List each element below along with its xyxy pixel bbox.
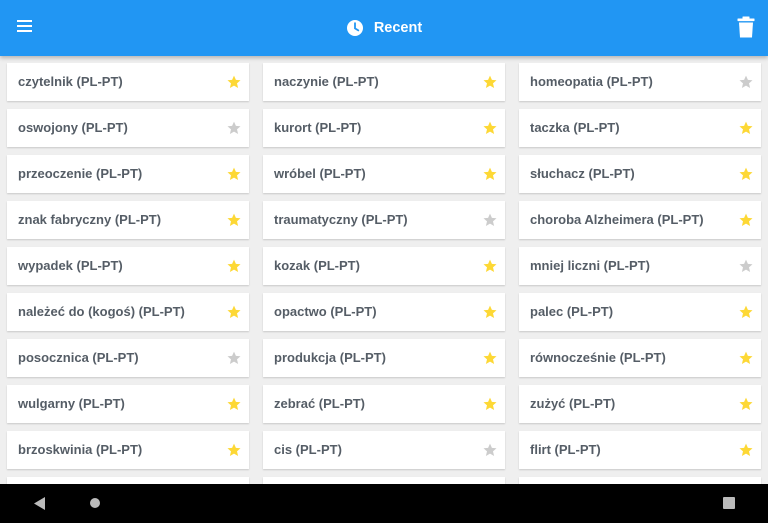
list-item[interactable]: przeoczenie (PL-PT) (7, 155, 249, 193)
list-item-label: flirt (PL-PT) (530, 442, 601, 457)
clock-icon (346, 20, 363, 36)
list-item-label: należeć do (kogoś) (PL-PT) (18, 304, 185, 319)
list-item-partial[interactable] (519, 477, 761, 484)
list-item-label: kozak (PL-PT) (274, 258, 360, 273)
list-item[interactable]: oswojony (PL-PT) (7, 109, 249, 147)
star-filled-icon[interactable] (739, 167, 753, 181)
list-item-label: mniej liczni (PL-PT) (530, 258, 650, 273)
star-filled-icon[interactable] (483, 351, 497, 365)
star-filled-icon[interactable] (483, 397, 497, 411)
star-filled-icon[interactable] (227, 75, 241, 89)
list-item-label: wypadek (PL-PT) (18, 258, 123, 273)
list-item[interactable]: czytelnik (PL-PT) (7, 63, 249, 101)
app-bar: Recent (0, 0, 768, 56)
list-item[interactable]: posocznica (PL-PT) (7, 339, 249, 377)
back-triangle-icon[interactable] (33, 496, 46, 511)
list-item[interactable]: palec (PL-PT) (519, 293, 761, 331)
star-filled-icon[interactable] (227, 305, 241, 319)
star-filled-icon[interactable] (739, 121, 753, 135)
list-item-label: wróbel (PL-PT) (274, 166, 366, 181)
star-filled-icon[interactable] (483, 305, 497, 319)
trash-icon[interactable] (737, 16, 755, 38)
list-item[interactable]: naczynie (PL-PT) (263, 63, 505, 101)
list-item[interactable]: brzoskwinia (PL-PT) (7, 431, 249, 469)
star-filled-icon[interactable] (227, 167, 241, 181)
list-item-label: posocznica (PL-PT) (18, 350, 139, 365)
list-item-label: kurort (PL-PT) (274, 120, 362, 135)
list-item-label: czytelnik (PL-PT) (18, 74, 123, 89)
list-item-label: zużyć (PL-PT) (530, 396, 616, 411)
list-item-partial[interactable] (7, 477, 249, 484)
list-item-label: choroba Alzheimera (PL-PT) (530, 212, 704, 227)
list-item[interactable]: należeć do (kogoś) (PL-PT) (7, 293, 249, 331)
list-item[interactable]: mniej liczni (PL-PT) (519, 247, 761, 285)
list-item[interactable]: opactwo (PL-PT) (263, 293, 505, 331)
list-item[interactable]: równocześnie (PL-PT) (519, 339, 761, 377)
list-item[interactable]: cis (PL-PT) (263, 431, 505, 469)
star-outline-icon[interactable] (739, 259, 753, 273)
star-outline-icon[interactable] (483, 213, 497, 227)
home-circle-icon[interactable] (90, 498, 100, 508)
list-item[interactable]: homeopatia (PL-PT) (519, 63, 761, 101)
app-bar-title-group: Recent (0, 0, 768, 56)
star-filled-icon[interactable] (739, 351, 753, 365)
list-item[interactable]: zużyć (PL-PT) (519, 385, 761, 423)
system-nav-bar (0, 484, 768, 523)
star-filled-icon[interactable] (227, 259, 241, 273)
star-filled-icon[interactable] (739, 443, 753, 457)
star-filled-icon[interactable] (739, 213, 753, 227)
list-item-label: opactwo (PL-PT) (274, 304, 377, 319)
star-filled-icon[interactable] (483, 259, 497, 273)
star-outline-icon[interactable] (227, 121, 241, 135)
list-item[interactable]: kurort (PL-PT) (263, 109, 505, 147)
star-filled-icon[interactable] (739, 305, 753, 319)
list-item-label: produkcja (PL-PT) (274, 350, 386, 365)
list-item-label: palec (PL-PT) (530, 304, 614, 319)
list-item[interactable]: znak fabryczny (PL-PT) (7, 201, 249, 239)
list-item-label: wulgarny (PL-PT) (18, 396, 125, 411)
list-item-label: brzoskwinia (PL-PT) (18, 442, 143, 457)
star-filled-icon[interactable] (483, 121, 497, 135)
star-filled-icon[interactable] (227, 397, 241, 411)
list-item-label: traumatyczny (PL-PT) (274, 212, 408, 227)
list-item-label: przeoczenie (PL-PT) (18, 166, 143, 181)
list-item[interactable]: słuchacz (PL-PT) (519, 155, 761, 193)
list-item[interactable]: produkcja (PL-PT) (263, 339, 505, 377)
list-item[interactable]: taczka (PL-PT) (519, 109, 761, 147)
list-item-label: cis (PL-PT) (274, 442, 342, 457)
list-item[interactable]: wulgarny (PL-PT) (7, 385, 249, 423)
list-item-label: słuchacz (PL-PT) (530, 166, 635, 181)
recent-list: czytelnik (PL-PT) naczynie (PL-PT) homeopa… (0, 56, 768, 484)
star-filled-icon[interactable] (739, 397, 753, 411)
star-outline-icon[interactable] (483, 443, 497, 457)
list-item[interactable]: wróbel (PL-PT) (263, 155, 505, 193)
list-item-label: homeopatia (PL-PT) (530, 74, 653, 89)
list-item-partial[interactable] (263, 477, 505, 484)
page-title: Recent (373, 20, 423, 36)
recents-square-icon[interactable] (723, 497, 735, 509)
star-filled-icon[interactable] (483, 75, 497, 89)
list-item[interactable]: wypadek (PL-PT) (7, 247, 249, 285)
list-item-label: zebrać (PL-PT) (274, 396, 366, 411)
list-item-label: równocześnie (PL-PT) (530, 350, 666, 365)
star-outline-icon[interactable] (739, 75, 753, 89)
list-item-label: naczynie (PL-PT) (274, 74, 379, 89)
list-item-label: oswojony (PL-PT) (18, 120, 128, 135)
list-item[interactable]: choroba Alzheimera (PL-PT) (519, 201, 761, 239)
list-item-label: znak fabryczny (PL-PT) (18, 212, 162, 227)
star-outline-icon[interactable] (227, 351, 241, 365)
list-item[interactable]: flirt (PL-PT) (519, 431, 761, 469)
star-filled-icon[interactable] (227, 213, 241, 227)
list-item[interactable]: kozak (PL-PT) (263, 247, 505, 285)
star-filled-icon[interactable] (483, 167, 497, 181)
star-filled-icon[interactable] (227, 443, 241, 457)
list-item[interactable]: zebrać (PL-PT) (263, 385, 505, 423)
list-item-label: taczka (PL-PT) (530, 120, 620, 135)
list-item[interactable]: traumatyczny (PL-PT) (263, 201, 505, 239)
